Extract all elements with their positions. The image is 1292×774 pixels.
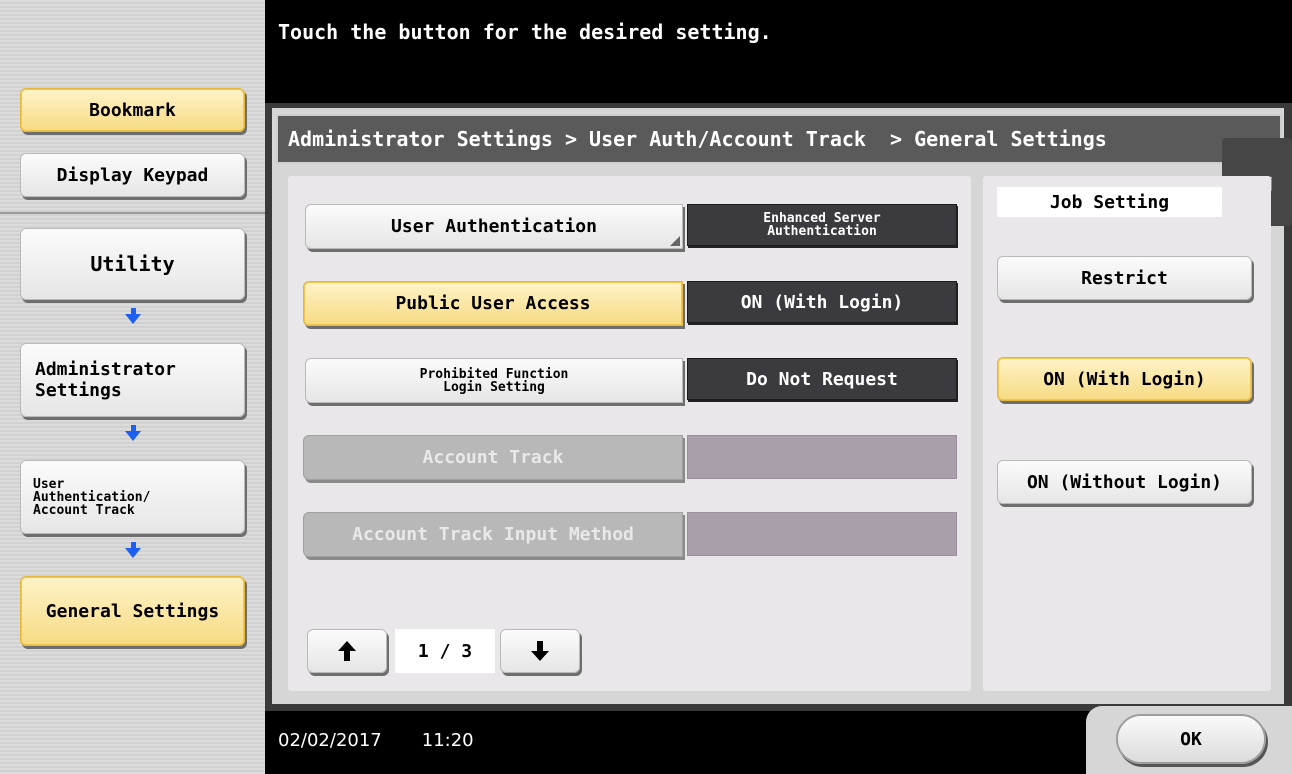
- user-authentication-label: User Authentication: [391, 216, 597, 237]
- down-arrow-icon: [125, 425, 141, 441]
- prohibited-function-login-setting-label: Prohibited Function Login Setting: [419, 366, 569, 395]
- page-up-button[interactable]: [307, 629, 387, 673]
- public-user-access-button[interactable]: Public User Access: [303, 281, 683, 326]
- account-track-input-method-value: [687, 512, 957, 556]
- page-indicator: 1 / 3: [395, 629, 495, 673]
- breadcrumb: Administrator Settings > User Auth/Accou…: [276, 114, 1282, 164]
- user-authentication-value: Enhanced Server Authentication: [687, 204, 957, 246]
- public-user-access-value: ON (With Login): [687, 281, 957, 323]
- job-setting-panel: [983, 176, 1271, 691]
- date-text: 02/02/2017: [278, 730, 382, 751]
- corner-indicator-icon: [670, 236, 680, 246]
- date-time-display: 02/02/2017 11:20: [278, 730, 514, 751]
- prohibited-function-login-setting-button[interactable]: Prohibited Function Login Setting: [305, 358, 683, 403]
- left-panel-divider: [0, 212, 265, 214]
- account-track-button: Account Track: [303, 435, 683, 480]
- on-with-login-option-button[interactable]: ON (With Login): [997, 357, 1252, 401]
- user-auth-account-track-nav-button[interactable]: User Authentication/ Account Track: [20, 460, 245, 534]
- ok-button[interactable]: OK: [1116, 714, 1266, 764]
- up-arrow-icon: [338, 641, 356, 661]
- utility-nav-button[interactable]: Utility: [20, 228, 245, 300]
- administrator-settings-nav-button[interactable]: Administrator Settings: [20, 343, 245, 417]
- account-track-value: [687, 435, 957, 479]
- job-setting-title: Job Setting: [997, 187, 1222, 217]
- down-arrow-icon: [531, 641, 549, 661]
- on-without-login-option-button[interactable]: ON (Without Login): [997, 460, 1252, 504]
- display-keypad-button[interactable]: Display Keypad: [20, 153, 245, 197]
- bookmark-button[interactable]: Bookmark: [20, 88, 245, 132]
- settings-list-panel: [288, 176, 971, 691]
- restrict-option-button[interactable]: Restrict: [997, 256, 1252, 300]
- account-track-input-method-button: Account Track Input Method: [303, 512, 683, 557]
- breadcrumb-text: Administrator Settings > User Auth/Accou…: [288, 127, 1107, 151]
- time-text: 11:20: [421, 730, 474, 751]
- user-authentication-button[interactable]: User Authentication: [305, 204, 683, 249]
- instruction-message: Touch the button for the desired setting…: [278, 20, 772, 44]
- general-settings-nav-button[interactable]: General Settings: [20, 576, 245, 646]
- prohibited-function-login-setting-value: Do Not Request: [687, 358, 957, 400]
- page-down-button[interactable]: [500, 629, 580, 673]
- down-arrow-icon: [125, 542, 141, 558]
- down-arrow-icon: [125, 308, 141, 324]
